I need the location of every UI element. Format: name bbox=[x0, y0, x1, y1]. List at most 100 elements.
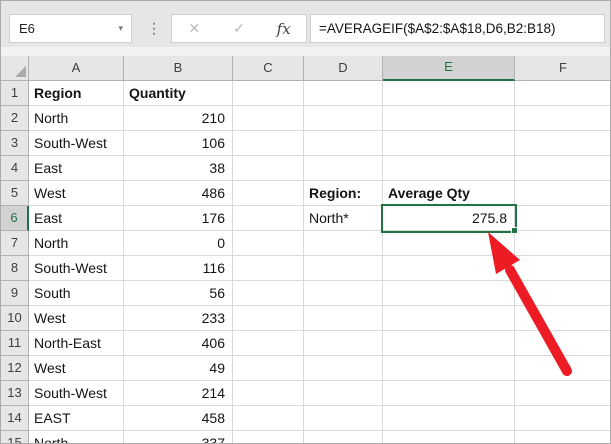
cell-B11[interactable]: 406 bbox=[124, 331, 233, 356]
row-header-4[interactable]: 4 bbox=[1, 156, 29, 181]
cell-D15[interactable] bbox=[304, 431, 383, 443]
row-header-10[interactable]: 10 bbox=[1, 306, 29, 331]
formula-input[interactable]: =AVERAGEIF($A$2:$A$18,D6,B2:B18) bbox=[310, 14, 605, 43]
cell-C6[interactable] bbox=[233, 206, 304, 231]
column-header-C[interactable]: C bbox=[233, 56, 304, 81]
cell-B7[interactable]: 0 bbox=[124, 231, 233, 256]
cell-A14[interactable]: EAST bbox=[29, 406, 124, 431]
cell-C5[interactable] bbox=[233, 181, 304, 206]
cell-F4[interactable] bbox=[515, 156, 610, 181]
cell-C9[interactable] bbox=[233, 281, 304, 306]
cell-B13[interactable]: 214 bbox=[124, 381, 233, 406]
cell-F2[interactable] bbox=[515, 106, 610, 131]
cell-A4[interactable]: East bbox=[29, 156, 124, 181]
fill-handle[interactable] bbox=[511, 227, 518, 234]
row-header-7[interactable]: 7 bbox=[1, 231, 29, 256]
cell-F10[interactable] bbox=[515, 306, 610, 331]
cell-E9[interactable] bbox=[383, 281, 515, 306]
column-header-A[interactable]: A bbox=[29, 56, 124, 81]
row-header-6[interactable]: 6 bbox=[1, 206, 29, 231]
cell-E15[interactable] bbox=[383, 431, 515, 443]
cell-B1[interactable]: Quantity bbox=[124, 81, 233, 106]
cell-F11[interactable] bbox=[515, 331, 610, 356]
column-header-B[interactable]: B bbox=[124, 56, 233, 81]
cell-A3[interactable]: South-West bbox=[29, 131, 124, 156]
column-header-E[interactable]: E bbox=[383, 56, 515, 81]
cell-D13[interactable] bbox=[304, 381, 383, 406]
row-header-11[interactable]: 11 bbox=[1, 331, 29, 356]
cell-E11[interactable] bbox=[383, 331, 515, 356]
cell-A5[interactable]: West bbox=[29, 181, 124, 206]
name-box[interactable]: E6 ▾ bbox=[9, 14, 132, 43]
row-header-5[interactable]: 5 bbox=[1, 181, 29, 206]
cell-A9[interactable]: South bbox=[29, 281, 124, 306]
cell-F5[interactable] bbox=[515, 181, 610, 206]
cell-A11[interactable]: North-East bbox=[29, 331, 124, 356]
cell-E14[interactable] bbox=[383, 406, 515, 431]
cell-D6[interactable]: North* bbox=[304, 206, 383, 231]
cell-C11[interactable] bbox=[233, 331, 304, 356]
row-header-15[interactable]: 15 bbox=[1, 431, 29, 443]
row-header-12[interactable]: 12 bbox=[1, 356, 29, 381]
cell-E8[interactable] bbox=[383, 256, 515, 281]
cell-D4[interactable] bbox=[304, 156, 383, 181]
cell-A8[interactable]: South-West bbox=[29, 256, 124, 281]
cell-B3[interactable]: 106 bbox=[124, 131, 233, 156]
row-header-1[interactable]: 1 bbox=[1, 81, 29, 106]
cell-F15[interactable] bbox=[515, 431, 610, 443]
cell-C1[interactable] bbox=[233, 81, 304, 106]
cell-F14[interactable] bbox=[515, 406, 610, 431]
cell-C13[interactable] bbox=[233, 381, 304, 406]
cell-E12[interactable] bbox=[383, 356, 515, 381]
cell-C12[interactable] bbox=[233, 356, 304, 381]
cell-D10[interactable] bbox=[304, 306, 383, 331]
cell-E6[interactable]: 275.8 bbox=[383, 206, 515, 231]
cell-A15[interactable]: North bbox=[29, 431, 124, 443]
cancel-icon[interactable]: ✕ bbox=[172, 15, 217, 42]
row-header-8[interactable]: 8 bbox=[1, 256, 29, 281]
cell-B9[interactable]: 56 bbox=[124, 281, 233, 306]
cell-A2[interactable]: North bbox=[29, 106, 124, 131]
cell-F9[interactable] bbox=[515, 281, 610, 306]
name-box-dropdown-icon[interactable]: ▾ bbox=[118, 23, 131, 34]
column-header-D[interactable]: D bbox=[304, 56, 383, 81]
cell-D7[interactable] bbox=[304, 231, 383, 256]
cell-F1[interactable] bbox=[515, 81, 610, 106]
cell-D14[interactable] bbox=[304, 406, 383, 431]
cell-C14[interactable] bbox=[233, 406, 304, 431]
cell-E2[interactable] bbox=[383, 106, 515, 131]
cell-C2[interactable] bbox=[233, 106, 304, 131]
cell-E3[interactable] bbox=[383, 131, 515, 156]
cell-C15[interactable] bbox=[233, 431, 304, 443]
cell-F12[interactable] bbox=[515, 356, 610, 381]
cell-E10[interactable] bbox=[383, 306, 515, 331]
cell-B5[interactable]: 486 bbox=[124, 181, 233, 206]
cell-E4[interactable] bbox=[383, 156, 515, 181]
cell-B10[interactable]: 233 bbox=[124, 306, 233, 331]
cell-D2[interactable] bbox=[304, 106, 383, 131]
cell-E7[interactable] bbox=[383, 231, 515, 256]
cell-B6[interactable]: 176 bbox=[124, 206, 233, 231]
cell-C10[interactable] bbox=[233, 306, 304, 331]
row-header-2[interactable]: 2 bbox=[1, 106, 29, 131]
cell-D9[interactable] bbox=[304, 281, 383, 306]
column-header-F[interactable]: F bbox=[515, 56, 610, 81]
cell-A7[interactable]: North bbox=[29, 231, 124, 256]
enter-icon[interactable]: ✓ bbox=[217, 15, 262, 42]
cell-A10[interactable]: West bbox=[29, 306, 124, 331]
cell-F6[interactable] bbox=[515, 206, 610, 231]
cell-E1[interactable] bbox=[383, 81, 515, 106]
cell-A13[interactable]: South-West bbox=[29, 381, 124, 406]
cell-B15[interactable]: 337 bbox=[124, 431, 233, 443]
row-header-14[interactable]: 14 bbox=[1, 406, 29, 431]
cell-C3[interactable] bbox=[233, 131, 304, 156]
row-header-3[interactable]: 3 bbox=[1, 131, 29, 156]
cell-D12[interactable] bbox=[304, 356, 383, 381]
cell-C7[interactable] bbox=[233, 231, 304, 256]
cell-D8[interactable] bbox=[304, 256, 383, 281]
cell-C8[interactable] bbox=[233, 256, 304, 281]
cell-D1[interactable] bbox=[304, 81, 383, 106]
cell-C4[interactable] bbox=[233, 156, 304, 181]
cell-D11[interactable] bbox=[304, 331, 383, 356]
cell-D5[interactable]: Region: bbox=[304, 181, 383, 206]
